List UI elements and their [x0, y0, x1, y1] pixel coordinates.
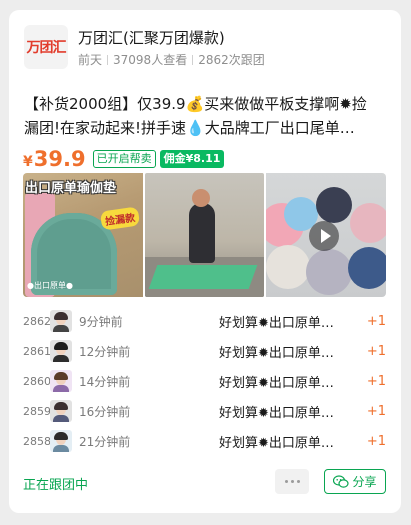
order-time: 16分钟前 — [79, 404, 131, 419]
avatar[interactable] — [50, 340, 72, 362]
order-time: 12分钟前 — [79, 344, 131, 359]
shop-name[interactable]: 万团汇(汇聚万团爆款) — [78, 27, 225, 48]
avatar[interactable] — [50, 430, 72, 452]
product-video[interactable] — [266, 173, 387, 297]
mat-roll — [350, 203, 387, 243]
follow-count: 2862次跟团 — [198, 53, 265, 67]
order-item: 好划算✹出口原单… — [219, 345, 334, 361]
meta-divider — [107, 54, 109, 65]
more-button[interactable] — [275, 469, 309, 494]
order-item: 好划算✹出口原单… — [219, 315, 334, 331]
price-row: ¥ 39.9 已开启帮卖 佣金¥8.11 — [23, 147, 225, 171]
person-head — [191, 189, 210, 207]
avatar[interactable] — [50, 310, 72, 332]
order-number: 2859 — [23, 404, 51, 418]
product-images: 出口原单瑜伽垫 捡漏款 ●出口原单● — [23, 173, 387, 297]
image-footnote: ●出口原单● — [27, 281, 73, 290]
mat-roll — [316, 187, 353, 223]
image-caption: 出口原单瑜伽垫 — [25, 181, 117, 196]
more-dots-icon — [290, 480, 294, 483]
order-row: 2859 16分钟前 好划算✹出口原单… +1 — [23, 396, 386, 426]
order-time: 14分钟前 — [79, 374, 131, 389]
following-status[interactable]: 正在跟团中 — [23, 474, 88, 493]
price-value: 39.9 — [33, 147, 86, 171]
order-number: 2858 — [23, 434, 51, 448]
order-quantity: +1 — [366, 373, 386, 389]
order-quantity: +1 — [366, 343, 386, 359]
post-title[interactable]: 【补货2000组】仅39.9💰买来做做平板支撑啊✹捡 漏团!在家动起来!拼手速💧… — [24, 92, 386, 140]
more-dots-icon — [296, 480, 300, 483]
card-header: 万团汇 万团汇(汇聚万团爆款) 前天 37098人查看 2862次跟团 — [24, 23, 387, 73]
shop-logo-text: 万团汇 — [26, 40, 67, 56]
mat-roll — [266, 245, 311, 289]
avatar[interactable] — [50, 370, 72, 392]
order-number: 2860 — [23, 374, 51, 388]
image-badge: 捡漏款 — [99, 206, 141, 231]
wechat-icon — [333, 474, 350, 488]
post-title-line: 【补货2000组】仅39.9💰买来做做平板支撑啊✹捡 — [24, 95, 367, 113]
post-title-line: 漏团!在家动起来!拼手速💧大品牌工厂出口尾单… — [24, 119, 355, 137]
view-count: 37098人查看 — [113, 53, 188, 67]
post-meta: 前天 37098人查看 2862次跟团 — [78, 51, 265, 68]
price: ¥ 39.9 — [23, 147, 86, 171]
commission-tag: 佣金¥8.11 — [159, 150, 225, 168]
mat-roll — [348, 247, 387, 289]
price-currency: ¥ — [23, 154, 33, 170]
order-row: 2862 9分钟前 好划算✹出口原单… +1 — [23, 306, 386, 336]
order-quantity: +1 — [366, 403, 386, 419]
mat-roll — [306, 249, 353, 295]
order-item: 好划算✹出口原单… — [219, 405, 334, 421]
order-row: 2861 12分钟前 好划算✹出口原单… +1 — [23, 336, 386, 366]
order-time: 9分钟前 — [79, 314, 123, 329]
shop-logo[interactable]: 万团汇 — [24, 25, 68, 69]
avatar[interactable] — [50, 400, 72, 422]
order-row: 2858 21分钟前 好划算✹出口原单… +1 — [23, 426, 386, 456]
order-time: 21分钟前 — [79, 434, 131, 449]
order-item: 好划算✹出口原单… — [219, 375, 334, 391]
group-buy-card[interactable]: 万团汇 万团汇(汇聚万团爆款) 前天 37098人查看 2862次跟团 【补货2… — [9, 10, 401, 513]
product-image-1[interactable]: 出口原单瑜伽垫 捡漏款 ●出口原单● — [23, 173, 143, 297]
share-button[interactable]: 分享 — [324, 469, 386, 494]
meta-divider — [192, 54, 194, 65]
share-label: 分享 — [352, 475, 377, 489]
order-number: 2862 — [23, 314, 51, 328]
order-list: 2862 9分钟前 好划算✹出口原单… +1 2861 12分钟前 好划算✹出口… — [23, 306, 386, 456]
more-dots-icon — [284, 480, 288, 483]
order-number: 2861 — [23, 344, 51, 358]
posted-time: 前天 — [78, 53, 103, 67]
person-figure — [188, 203, 215, 263]
resell-tag: 已开启帮卖 — [92, 150, 156, 168]
order-quantity: +1 — [366, 313, 386, 329]
order-item: 好划算✹出口原单… — [219, 435, 334, 451]
yoga-mat — [148, 265, 258, 289]
order-row: 2860 14分钟前 好划算✹出口原单… +1 — [23, 366, 386, 396]
order-quantity: +1 — [366, 433, 386, 449]
card-footer: 正在跟团中 分享 — [23, 469, 386, 497]
product-image-2[interactable] — [144, 173, 265, 297]
